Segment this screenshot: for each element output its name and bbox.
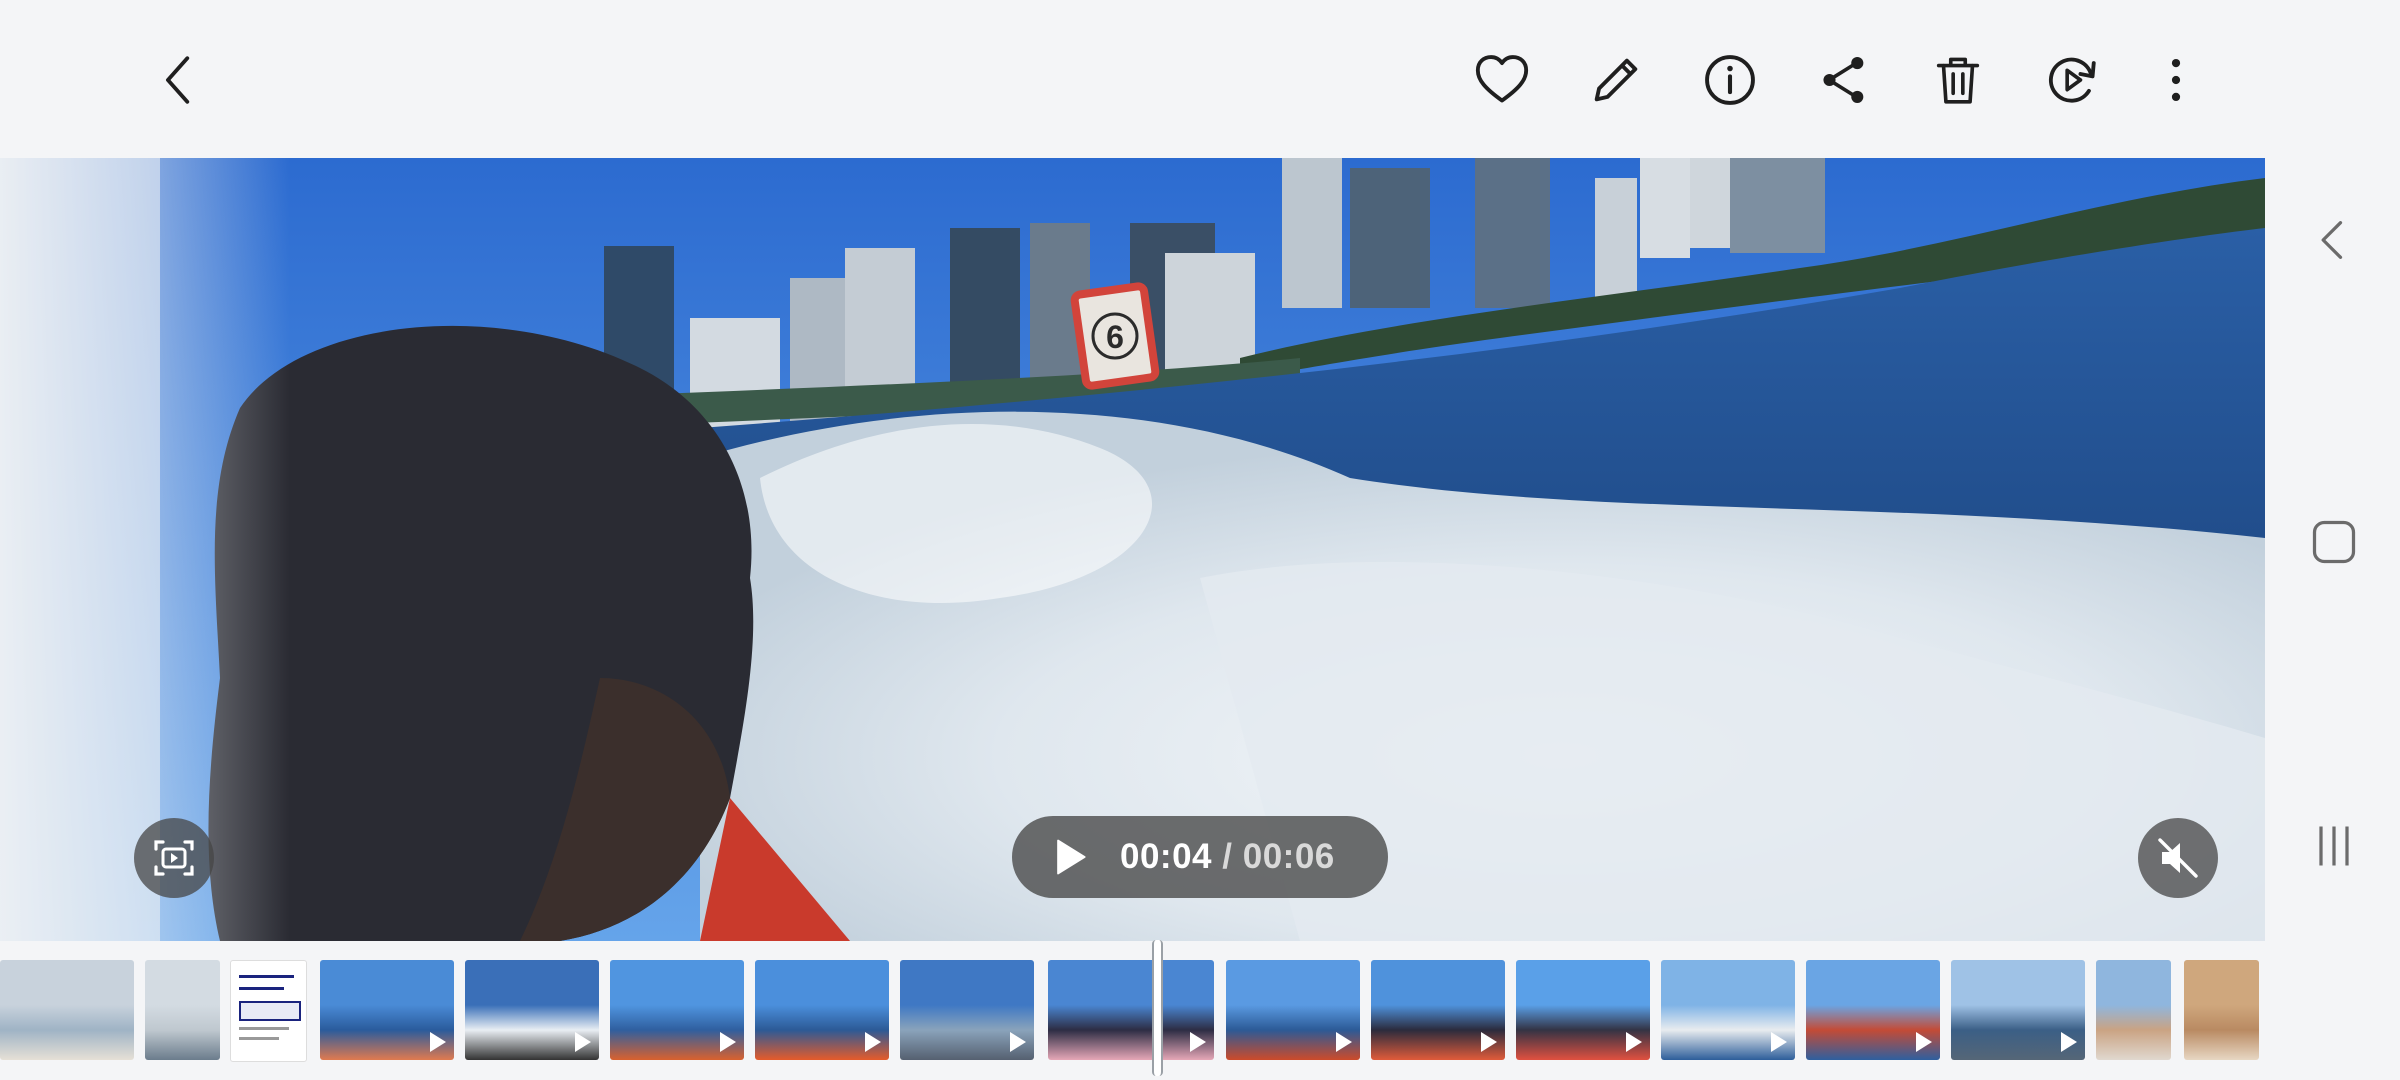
filmstrip-thumbnail[interactable] bbox=[1226, 960, 1360, 1060]
filmstrip-thumbnail[interactable] bbox=[465, 960, 599, 1060]
filmstrip-thumbnail[interactable] bbox=[1806, 960, 1940, 1060]
share-button[interactable] bbox=[1806, 42, 1882, 118]
video-play-icon bbox=[1481, 1032, 1497, 1052]
delete-button[interactable] bbox=[1920, 42, 1996, 118]
video-play-icon bbox=[2061, 1032, 2077, 1052]
nav-back-button[interactable] bbox=[2298, 204, 2370, 276]
video-play-icon bbox=[1010, 1032, 1026, 1052]
video-play-icon bbox=[1916, 1032, 1932, 1052]
sign-number: 6 bbox=[1106, 319, 1124, 355]
filmstrip-thumbnail-current[interactable] bbox=[1048, 960, 1214, 1060]
remaster-button[interactable] bbox=[2034, 42, 2110, 118]
trash-icon bbox=[1936, 57, 1980, 104]
filmstrip-thumbnail[interactable] bbox=[2184, 960, 2259, 1060]
filmstrip-thumbnail[interactable] bbox=[610, 960, 744, 1060]
nav-recents-icon bbox=[2319, 826, 2349, 866]
filmstrip-thumbnail[interactable] bbox=[1661, 960, 1795, 1060]
mute-button[interactable] bbox=[2138, 818, 2218, 898]
video-play-icon bbox=[1771, 1032, 1787, 1052]
nav-recents-button[interactable] bbox=[2298, 810, 2370, 882]
edit-button[interactable] bbox=[1578, 42, 1654, 118]
back-button[interactable] bbox=[142, 42, 218, 118]
favorite-button[interactable] bbox=[1464, 42, 1540, 118]
heart-icon bbox=[1475, 55, 1529, 103]
scrubber-cursor[interactable] bbox=[1152, 940, 1163, 1076]
play-icon bbox=[1057, 839, 1086, 875]
share-icon bbox=[1823, 57, 1864, 103]
filmstrip-thumbnail[interactable] bbox=[145, 960, 220, 1060]
time-separator: / bbox=[1222, 837, 1233, 876]
current-time: 00:04 bbox=[1120, 837, 1213, 876]
nav-home-button[interactable] bbox=[2298, 506, 2370, 578]
filmstrip[interactable] bbox=[0, 950, 2265, 1075]
video-play-icon bbox=[1190, 1032, 1206, 1052]
video-play-icon bbox=[720, 1032, 736, 1052]
video-play-icon bbox=[865, 1032, 881, 1052]
play-control[interactable]: 00:04 / 00:06 bbox=[1012, 816, 1388, 898]
back-icon bbox=[165, 56, 190, 104]
more-options-button[interactable] bbox=[2138, 42, 2214, 118]
nav-home-icon bbox=[2312, 520, 2356, 564]
filmstrip-thumbnail[interactable] bbox=[900, 960, 1034, 1060]
video-player[interactable]: 6 00:04 / 00:06 bbox=[0, 158, 2265, 941]
nav-back-icon bbox=[2321, 221, 2343, 259]
filmstrip-thumbnail[interactable] bbox=[2096, 960, 2171, 1060]
video-play-icon bbox=[1336, 1032, 1352, 1052]
more-vertical-icon bbox=[2171, 58, 2181, 102]
video-play-icon bbox=[575, 1032, 591, 1052]
info-icon bbox=[1705, 55, 1755, 105]
filmstrip-thumbnail[interactable] bbox=[0, 960, 134, 1060]
filmstrip-thumbnail[interactable] bbox=[320, 960, 454, 1060]
filmstrip-thumbnail[interactable] bbox=[1516, 960, 1650, 1060]
filmstrip-thumbnail[interactable] bbox=[1951, 960, 2085, 1060]
top-toolbar bbox=[0, 0, 2265, 158]
video-play-icon bbox=[430, 1032, 446, 1052]
filmstrip-thumbnail[interactable] bbox=[1371, 960, 1505, 1060]
filmstrip-thumbnail[interactable] bbox=[755, 960, 889, 1060]
capture-icon bbox=[154, 840, 194, 876]
filmstrip-thumbnail[interactable] bbox=[230, 960, 307, 1062]
playback-time: 00:04 / 00:06 bbox=[1120, 837, 1335, 877]
remaster-icon bbox=[2048, 57, 2096, 103]
details-button[interactable] bbox=[1692, 42, 1768, 118]
pencil-icon bbox=[1594, 58, 1638, 102]
volume-muted-icon bbox=[2158, 838, 2198, 878]
capture-button[interactable] bbox=[134, 818, 214, 898]
duration: 00:06 bbox=[1242, 837, 1335, 876]
video-play-icon bbox=[1626, 1032, 1642, 1052]
